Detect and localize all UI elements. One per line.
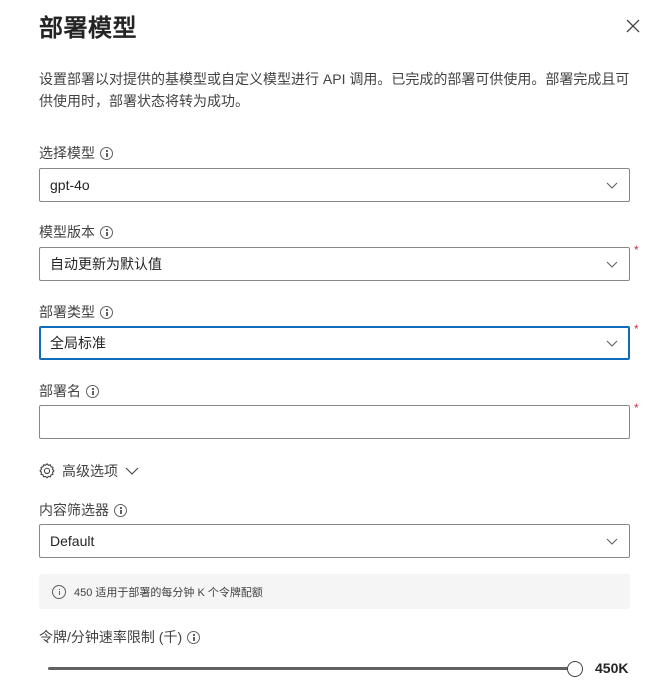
rate-limit-slider-thumb[interactable]	[567, 661, 583, 677]
version-select-value: 自动更新为默认值	[50, 256, 162, 272]
info-icon[interactable]	[100, 225, 113, 239]
info-icon[interactable]	[100, 146, 113, 160]
chevron-down-icon	[606, 261, 618, 268]
quota-notice-text: 450 适用于部署的每分钟 K 个令牌配额	[74, 586, 263, 599]
content-filter-label: 内容筛选器	[39, 500, 127, 520]
version-label-text: 模型版本	[39, 224, 95, 240]
version-label: 模型版本	[39, 222, 113, 242]
version-select[interactable]: 自动更新为默认值	[39, 247, 630, 281]
deployment-name-label: 部署名	[39, 381, 99, 401]
content-filter-select-value: Default	[50, 533, 95, 549]
info-icon[interactable]	[86, 384, 99, 398]
model-select[interactable]: gpt-4o	[39, 168, 630, 202]
model-label: 选择模型	[39, 143, 113, 163]
info-icon[interactable]	[100, 305, 113, 319]
rate-limit-value: 450K	[595, 660, 629, 676]
content-filter-select[interactable]: Default	[39, 524, 630, 558]
required-marker: *	[634, 322, 639, 336]
info-icon[interactable]	[114, 503, 127, 517]
deployment-type-select-value: 全局标准	[50, 335, 106, 351]
panel-description: 设置部署以对提供的基模型或自定义模型进行 API 调用。已完成的部署可供使用。部…	[39, 71, 630, 109]
close-icon	[626, 19, 640, 33]
chevron-down-icon	[125, 467, 139, 475]
content-filter-label-text: 内容筛选器	[39, 502, 109, 518]
info-icon[interactable]	[187, 630, 201, 644]
close-button[interactable]	[620, 13, 646, 39]
deployment-name-input[interactable]	[39, 405, 630, 439]
advanced-options-toggle[interactable]: 高级选项	[38, 461, 140, 481]
chevron-down-icon	[606, 340, 618, 347]
required-marker: *	[634, 401, 639, 415]
rate-limit-label-text: 令牌/分钟速率限制 (千)	[39, 629, 183, 645]
advanced-options-label: 高级选项	[62, 463, 118, 479]
rate-limit-label: 令牌/分钟速率限制 (千)	[39, 627, 201, 647]
required-marker: *	[634, 243, 639, 257]
deployment-type-select[interactable]: 全局标准	[39, 326, 630, 360]
model-select-value: gpt-4o	[50, 177, 90, 193]
chevron-down-icon	[606, 182, 618, 189]
info-icon	[52, 584, 66, 599]
page-title: 部署模型	[39, 15, 137, 42]
chevron-down-icon	[606, 538, 618, 545]
model-label-text: 选择模型	[39, 145, 95, 161]
gear-icon	[39, 463, 55, 479]
quota-notice: 450 适用于部署的每分钟 K 个令牌配额	[39, 574, 630, 609]
deployment-type-label-text: 部署类型	[39, 304, 95, 320]
deployment-name-label-text: 部署名	[39, 383, 81, 399]
rate-limit-slider-track[interactable]	[48, 667, 570, 670]
deployment-type-label: 部署类型	[39, 302, 113, 322]
